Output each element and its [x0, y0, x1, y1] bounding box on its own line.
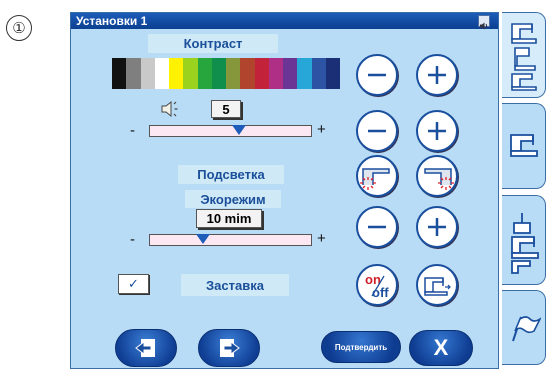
cancel-button[interactable]: X — [409, 330, 473, 366]
eco-mode-slider-thumb[interactable] — [196, 234, 211, 244]
contrast-swatch — [283, 58, 298, 89]
contrast-swatch — [325, 58, 340, 89]
volume-plus-sign: + — [317, 121, 326, 138]
tab-embroidery-machine[interactable] — [502, 195, 546, 285]
eco-mode-value: 10 mim — [196, 209, 262, 228]
eco-plus-sign: + — [317, 230, 326, 247]
screensaver-checkbox[interactable]: ✓ — [118, 274, 149, 294]
contrast-swatch — [126, 58, 141, 89]
eco-mode-label: Экорежим — [185, 190, 281, 208]
contrast-swatch — [297, 58, 312, 89]
screensaver-label: Заставка — [181, 274, 289, 296]
backlight-light-right-button[interactable] — [416, 155, 458, 197]
contrast-swatch — [240, 58, 255, 89]
contrast-swatch — [226, 58, 241, 89]
contrast-swatch — [183, 58, 198, 89]
contrast-swatch — [154, 58, 169, 89]
sewing-machine-settings-button[interactable] — [416, 264, 458, 306]
confirm-button[interactable]: Подтвердить — [321, 331, 401, 363]
title-bar: Установки 1 — [71, 13, 498, 30]
window-title: Установки 1 — [76, 14, 148, 28]
volume-value: 5 — [211, 100, 241, 118]
contrast-swatch — [254, 58, 269, 89]
contrast-label: Контраст — [148, 34, 278, 53]
volume-minus-button[interactable] — [356, 110, 398, 152]
volume-slider[interactable] — [149, 125, 312, 137]
embroidery-machine-icon — [510, 213, 539, 274]
speaker-small-icon — [478, 15, 490, 30]
contrast-swatch — [211, 58, 226, 89]
sewing-machine-icon — [509, 134, 538, 157]
eco-minus-sign: - — [130, 231, 135, 248]
previous-page-button[interactable] — [115, 329, 177, 367]
contrast-swatch — [311, 58, 326, 89]
tab-sewing-machine[interactable] — [502, 103, 546, 189]
volume-plus-button[interactable] — [416, 110, 458, 152]
tab-language[interactable] — [502, 290, 546, 365]
speaker-icon — [159, 98, 181, 120]
contrast-minus-button[interactable] — [356, 54, 398, 96]
eco-plus-button[interactable] — [416, 206, 458, 248]
backlight-label: Подсветка — [178, 165, 284, 184]
backlight-light-left-button[interactable] — [356, 155, 398, 197]
volume-slider-thumb[interactable] — [231, 125, 246, 135]
contrast-plus-button[interactable] — [416, 54, 458, 96]
sewing-machines-icon — [510, 23, 537, 91]
previous-page-icon — [135, 339, 155, 357]
on-off-button[interactable]: on off — [356, 264, 398, 306]
eco-minus-button[interactable] — [356, 206, 398, 248]
contrast-swatches — [112, 58, 340, 89]
contrast-swatch — [140, 58, 155, 89]
contrast-swatch — [112, 58, 127, 89]
contrast-swatch — [197, 58, 212, 89]
settings-panel: Установки 1 Контраст 5 - + Подсветка Эко… — [70, 12, 499, 369]
step-marker: ① — [6, 15, 32, 41]
contrast-swatch — [268, 58, 283, 89]
volume-minus-sign: - — [130, 122, 135, 139]
flag-icon — [511, 315, 541, 341]
contrast-swatch — [169, 58, 184, 89]
next-page-icon — [220, 339, 240, 357]
eco-mode-slider[interactable] — [149, 234, 312, 246]
tab-sewing-settings[interactable] — [502, 12, 546, 98]
next-page-button[interactable] — [198, 329, 260, 367]
